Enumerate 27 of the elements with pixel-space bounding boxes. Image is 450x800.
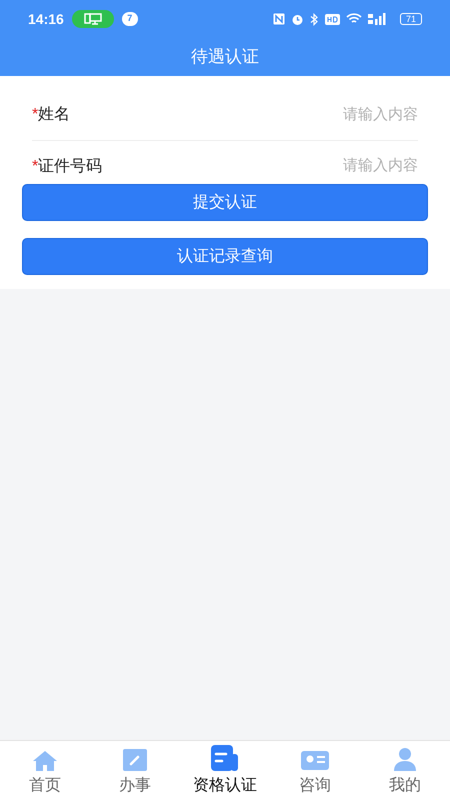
tab-bar-item[interactable]: 咨询 xyxy=(270,741,360,800)
wifi-icon xyxy=(346,13,362,25)
tab-bar-item[interactable]: 我的 xyxy=(360,741,450,800)
alarm-icon xyxy=(290,12,304,26)
house-icon xyxy=(32,750,58,772)
signal-icon xyxy=(368,13,386,25)
action-button[interactable]: 认证记录查询 xyxy=(22,238,428,275)
action-button[interactable]: 提交认证 xyxy=(22,184,428,221)
screen-cast-indicator xyxy=(72,10,114,28)
input-field[interactable]: 请输入内容 xyxy=(142,104,418,126)
battery-indicator: 71 xyxy=(400,13,422,25)
pencil-icon xyxy=(122,748,148,772)
id-card-icon xyxy=(300,748,330,772)
status-time: 14:16 xyxy=(28,10,64,28)
field-label: *姓名 xyxy=(32,105,72,125)
field-label: *证件号码 xyxy=(32,156,104,176)
tab-bar-item[interactable]: 资格认证 xyxy=(180,741,270,800)
hd-icon xyxy=(324,14,340,24)
document-icon xyxy=(210,744,240,772)
bluetooth-icon xyxy=(310,12,319,26)
input-field[interactable]: 请输入内容 xyxy=(142,155,418,178)
tab-bar-item[interactable]: 首页 xyxy=(0,741,90,800)
page-title: 待遇认证 xyxy=(191,46,259,68)
tab-bar-item[interactable]: 办事 xyxy=(90,741,180,800)
notification-badge: 7 xyxy=(122,12,138,26)
person-icon xyxy=(392,746,418,772)
nfc-icon xyxy=(272,13,285,25)
